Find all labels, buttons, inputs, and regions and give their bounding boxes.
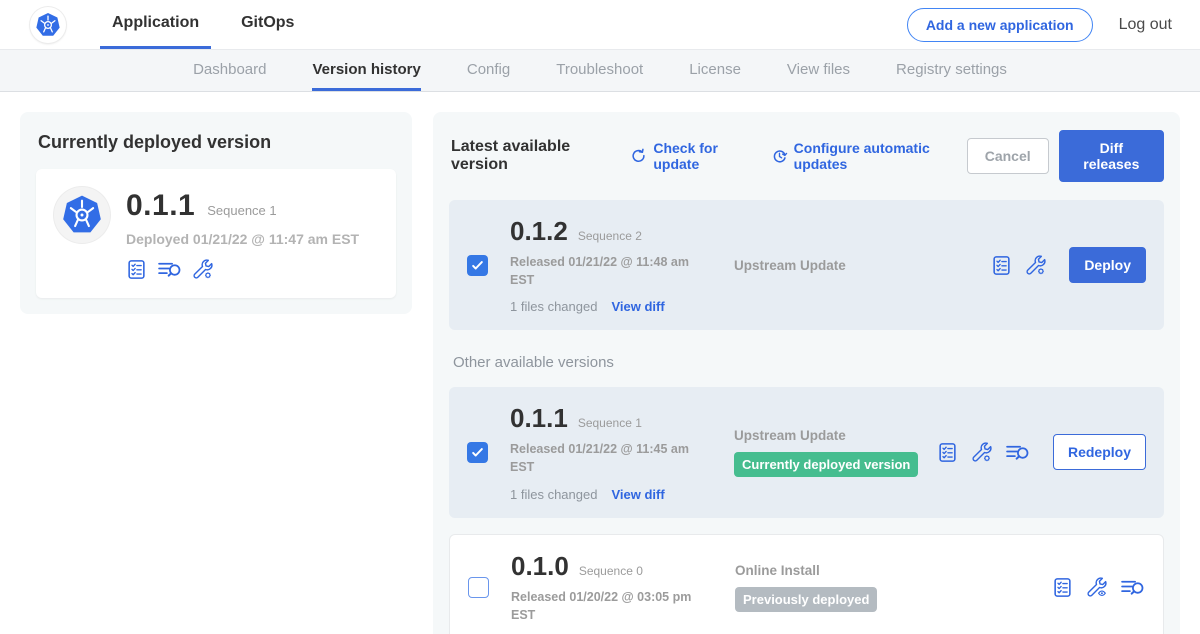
configure-automatic-updates-link[interactable]: Configure automatic updates — [771, 140, 967, 172]
main-content: Currently deployed version 0.1.1 Sequenc… — [0, 92, 1200, 634]
other-versions-title: Other available versions — [453, 354, 1164, 371]
files-changed-label: 1 files changed — [510, 299, 597, 314]
version-source-label: Upstream Update — [734, 258, 979, 273]
currently-deployed-badge: Currently deployed version — [734, 452, 918, 477]
check-for-update-link[interactable]: Check for update — [630, 140, 754, 172]
header-tabs: Application GitOps — [100, 0, 324, 49]
latest-header: Latest available version Check for updat… — [449, 128, 1164, 184]
edit-config-icon[interactable] — [971, 442, 992, 463]
currently-deployed-panel: Currently deployed version 0.1.1 Sequenc… — [20, 112, 412, 314]
view-diff-icon[interactable] — [157, 259, 182, 280]
app-icon — [54, 187, 110, 243]
cancel-button[interactable]: Cancel — [967, 138, 1049, 174]
tab-application[interactable]: Application — [100, 0, 211, 49]
preflight-checks-icon[interactable] — [126, 259, 147, 280]
subnav-tab-registry-settings[interactable]: Registry settings — [896, 50, 1007, 91]
subnav-tab-config[interactable]: Config — [467, 50, 510, 91]
diff-releases-button[interactable]: Diff releases — [1059, 130, 1164, 182]
redeploy-button[interactable]: Redeploy — [1053, 434, 1146, 470]
view-diff-icon[interactable] — [1005, 442, 1030, 463]
check-for-update-icon — [630, 148, 647, 165]
auto-updates-icon — [771, 148, 788, 165]
released-timestamp: Released 01/20/22 @ 03:05 pm EST — [511, 588, 701, 624]
currently-deployed-card: 0.1.1 Sequence 1 Deployed 01/21/22 @ 11:… — [36, 169, 396, 298]
version-row-0-1-1: 0.1.1 Sequence 1 Released 01/21/22 @ 11:… — [449, 387, 1164, 517]
version-row-0-1-2: 0.1.2 Sequence 2 Released 01/21/22 @ 11:… — [449, 200, 1164, 330]
subnav-tab-license[interactable]: License — [689, 50, 741, 91]
tab-gitops[interactable]: GitOps — [229, 0, 306, 49]
check-for-update-label: Check for update — [653, 140, 754, 172]
app-subnav: Dashboard Version history Config Trouble… — [0, 50, 1200, 92]
version-number: 0.1.2 — [510, 216, 568, 247]
sequence-label: Sequence 2 — [578, 229, 642, 243]
subnav-tab-view-files[interactable]: View files — [787, 50, 850, 91]
subnav-tab-config-label: Config — [467, 61, 510, 78]
subnav-tab-dashboard[interactable]: Dashboard — [193, 50, 266, 91]
subnav-tab-dashboard-label: Dashboard — [193, 61, 266, 78]
kubernetes-logo — [30, 7, 66, 43]
version-checkbox[interactable] — [467, 255, 488, 276]
version-checkbox[interactable] — [468, 577, 489, 598]
subnav-tab-registry-settings-label: Registry settings — [896, 61, 1007, 78]
released-timestamp: Released 01/21/22 @ 11:48 am EST — [510, 253, 700, 289]
tab-application-label: Application — [112, 14, 199, 32]
checkmark-icon — [470, 445, 485, 460]
version-row-0-1-0: 0.1.0 Sequence 0 Released 01/20/22 @ 03:… — [449, 534, 1164, 634]
currently-deployed-title: Currently deployed version — [38, 132, 396, 153]
view-diff-link[interactable]: View diff — [611, 487, 664, 502]
edit-config-icon[interactable] — [192, 259, 213, 280]
files-changed-label: 1 files changed — [510, 487, 597, 502]
version-history-panel: Latest available version Check for updat… — [433, 112, 1180, 634]
configure-automatic-updates-label: Configure automatic updates — [794, 140, 967, 172]
subnav-tab-troubleshoot[interactable]: Troubleshoot — [556, 50, 643, 91]
add-application-button[interactable]: Add a new application — [907, 8, 1093, 42]
preflight-checks-icon[interactable] — [1052, 577, 1073, 598]
preflight-checks-icon[interactable] — [991, 255, 1012, 276]
sequence-label: Sequence 0 — [579, 564, 643, 578]
deployed-timestamp: Deployed 01/21/22 @ 11:47 am EST — [126, 231, 359, 247]
released-timestamp: Released 01/21/22 @ 11:45 am EST — [510, 440, 700, 476]
previously-deployed-badge: Previously deployed — [735, 587, 877, 612]
latest-available-title: Latest available version — [451, 138, 614, 174]
view-config-icon[interactable] — [1086, 577, 1107, 598]
subnav-tab-troubleshoot-label: Troubleshoot — [556, 61, 643, 78]
checkmark-icon — [470, 258, 485, 273]
edit-config-icon[interactable] — [1025, 255, 1046, 276]
version-source-label: Online Install — [735, 563, 1040, 578]
subnav-tab-view-files-label: View files — [787, 61, 850, 78]
version-checkbox[interactable] — [467, 442, 488, 463]
view-diff-icon[interactable] — [1120, 577, 1145, 598]
logout-link[interactable]: Log out — [1119, 16, 1172, 34]
subnav-tab-license-label: License — [689, 61, 741, 78]
sequence-label: Sequence 1 — [578, 416, 642, 430]
tab-gitops-label: GitOps — [241, 14, 294, 32]
deploy-button[interactable]: Deploy — [1069, 247, 1146, 283]
version-number: 0.1.1 — [510, 403, 568, 434]
preflight-checks-icon[interactable] — [937, 442, 958, 463]
deployed-version-number: 0.1.1 — [126, 189, 195, 223]
subnav-tab-version-history[interactable]: Version history — [312, 50, 420, 91]
version-number: 0.1.0 — [511, 551, 569, 582]
version-source-label: Upstream Update — [734, 428, 925, 443]
deployed-sequence-label: Sequence 1 — [207, 203, 276, 218]
subnav-tab-version-history-label: Version history — [312, 61, 420, 78]
view-diff-link[interactable]: View diff — [611, 299, 664, 314]
top-header: Application GitOps Add a new application… — [0, 0, 1200, 50]
